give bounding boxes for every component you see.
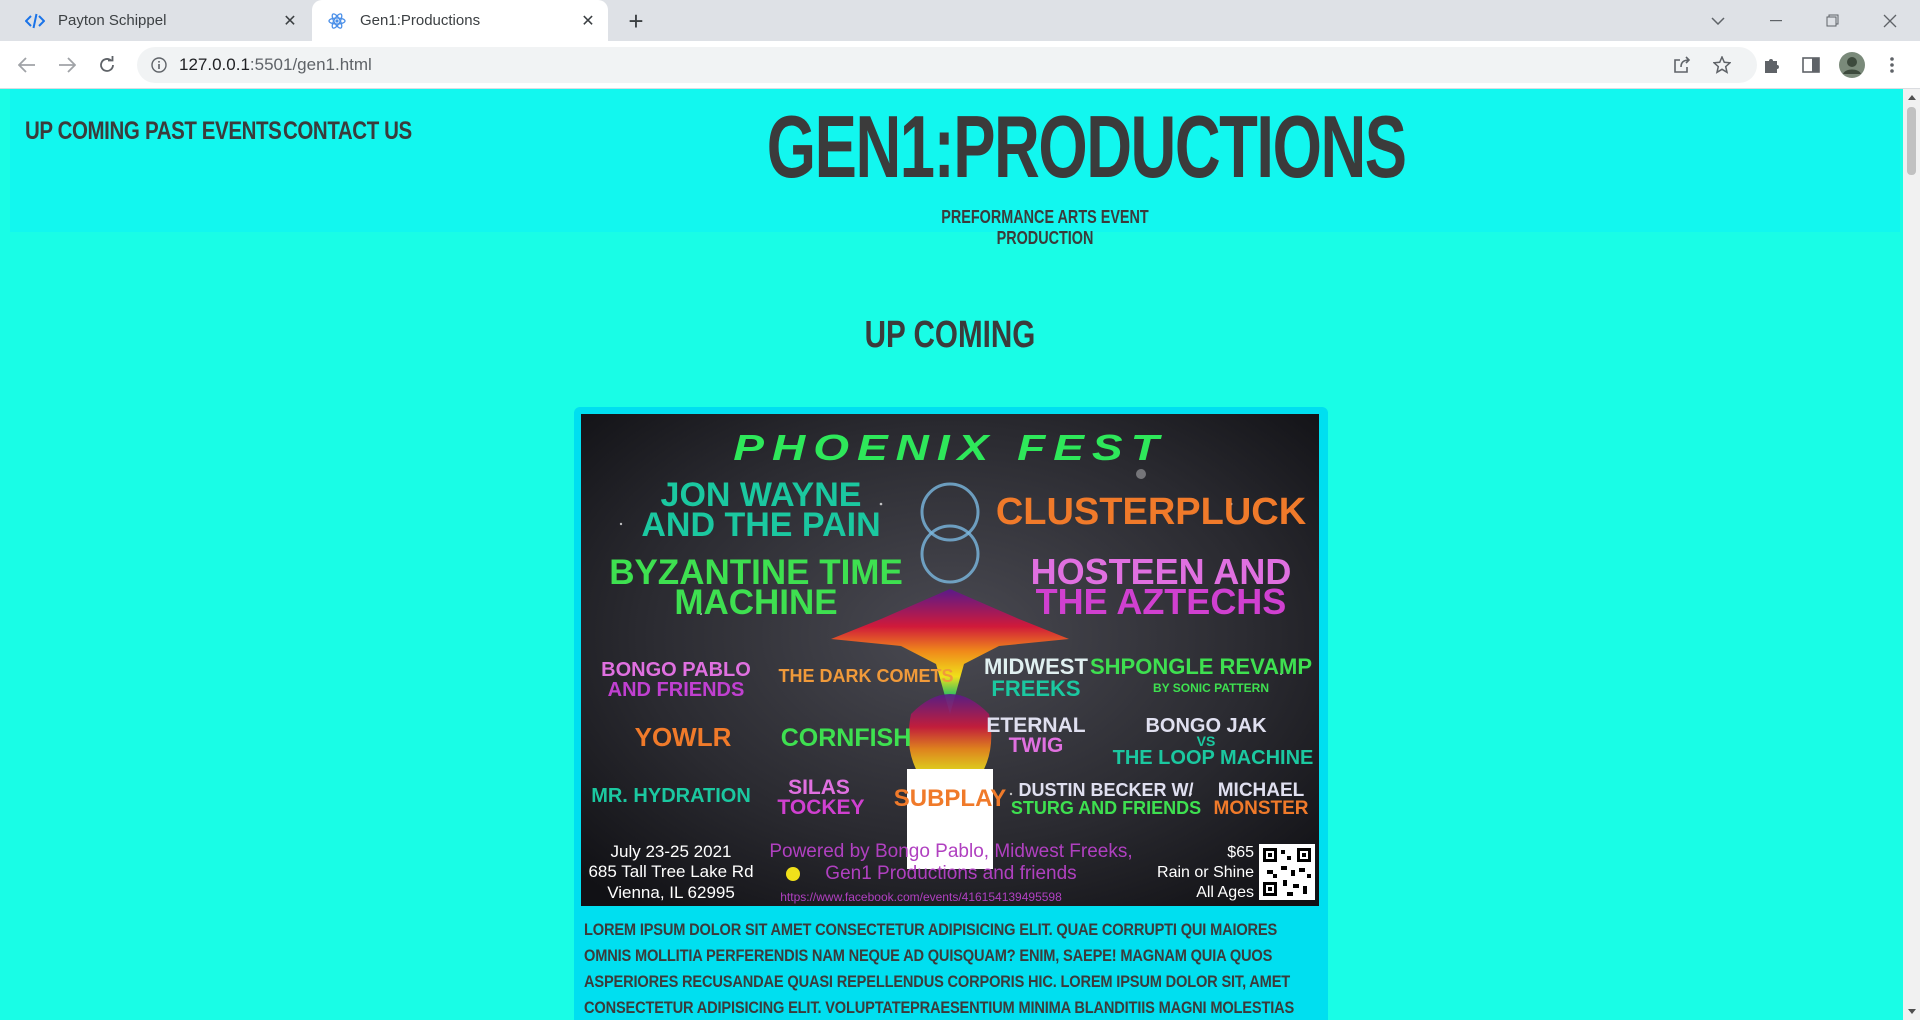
poster-act: TOCKEY — [777, 796, 864, 819]
new-tab-icon[interactable]: + — [622, 6, 650, 36]
site-header: UP COMING PAST EVENTS CONTACT US GEN1:PR… — [10, 89, 1900, 248]
address-bar[interactable]: 127.0.0.1:5501/gen1.html — [137, 47, 1757, 83]
tab-payton-schippel[interactable]: Payton Schippel ✕ — [10, 0, 310, 41]
poster-powered-line1: Powered by Bongo Pablo, Midwest Freeks, — [769, 841, 1132, 862]
restore-icon[interactable] — [1804, 0, 1860, 41]
extensions-puzzle-icon[interactable] — [1758, 51, 1786, 79]
poster-act: MONSTER — [1214, 798, 1309, 819]
site-tagline: PREFORMANCE ARTS EVENT PRODUCTION — [941, 207, 1149, 248]
bookmark-star-icon[interactable] — [1708, 51, 1736, 79]
url-path: :5501/gen1.html — [249, 55, 372, 74]
react-icon — [326, 10, 348, 32]
poster-act: FREEKS — [991, 676, 1080, 701]
scrollbar-thumb[interactable] — [1907, 107, 1916, 175]
poster-act: MACHINE — [674, 583, 837, 622]
nav-up-coming[interactable]: UP COMING — [25, 117, 140, 146]
poster-act: AND THE PAIN — [641, 506, 880, 544]
site-brand-title: GEN1:PRODUCTIONS — [766, 97, 1407, 196]
reload-icon[interactable] — [93, 51, 121, 79]
code-icon — [24, 10, 46, 32]
side-panel-icon[interactable] — [1797, 51, 1825, 79]
poster-address-line2: Vienna, IL 62995 — [607, 883, 735, 902]
event-card: PHOENIX FEST JON WAYNE AND THE PAIN CLUS… — [574, 407, 1328, 1020]
poster-price: $65 — [1227, 844, 1254, 861]
close-tab-icon[interactable]: ✕ — [280, 11, 300, 31]
tab-gen1-productions[interactable]: Gen1:Productions ✕ — [312, 0, 608, 41]
poster-act: CLUSTERPLUCK — [996, 491, 1307, 533]
tab-title: Gen1:Productions — [360, 12, 481, 29]
event-description: LOREM IPSUM DOLOR SIT AMET CONSECTETUR A… — [584, 920, 1295, 1017]
poster-act: STURG AND FRIENDS — [1011, 798, 1201, 818]
event-poster-image: PHOENIX FEST JON WAYNE AND THE PAIN CLUS… — [581, 414, 1319, 906]
back-arrow-icon[interactable] — [13, 51, 41, 79]
poster-act: THE DARK COMETS — [779, 666, 954, 686]
poster-act: CORNFISH — [781, 724, 912, 752]
section-title: UP COMING — [864, 314, 1036, 356]
poster-act: DUSTIN BECKER W/ — [1019, 780, 1194, 800]
scroll-down-icon[interactable] — [1903, 1003, 1920, 1020]
menu-kebab-icon[interactable] — [1878, 51, 1906, 79]
poster-act: AND FRIENDS — [608, 679, 745, 701]
minimize-icon[interactable] — [1748, 0, 1804, 41]
url-text: 127.0.0.1:5501/gen1.html — [179, 55, 372, 75]
tab-strip: Payton Schippel ✕ Gen1:Productions ✕ + — [0, 0, 1920, 41]
nav-contact-us[interactable]: CONTACT US — [283, 117, 412, 146]
close-window-icon[interactable] — [1862, 0, 1918, 41]
page-viewport: UP COMING PAST EVENTS CONTACT US GEN1:PR… — [0, 89, 1903, 1020]
poster-facebook-url: https://www.facebook.com/events/41615413… — [780, 890, 1062, 904]
poster-act: MR. HYDRATION — [591, 785, 751, 807]
poster-act: BONGO PABLO — [601, 659, 751, 681]
nav-past-events[interactable]: PAST EVENTS — [145, 117, 282, 146]
close-tab-icon[interactable]: ✕ — [578, 11, 598, 31]
forward-arrow-icon[interactable] — [53, 51, 81, 79]
poster-act: THE LOOP MACHINE — [1113, 747, 1314, 769]
qr-code-icon — [1259, 844, 1315, 900]
poster-all-ages: All Ages — [1196, 884, 1254, 901]
tab-search-chevron-icon[interactable] — [1690, 0, 1746, 41]
poster-act: THE AZTECHS — [1036, 581, 1287, 622]
share-icon[interactable] — [1668, 51, 1696, 79]
poster-address-line1: 685 Tall Tree Lake Rd — [588, 862, 753, 881]
poster-date: July 23-25 2021 — [611, 842, 732, 861]
poster-act: BY SONIC PATTERN — [1153, 681, 1269, 695]
tab-title: Payton Schippel — [58, 12, 167, 29]
poster-act: TWIG — [1009, 734, 1064, 757]
poster-act: SUBPLAY — [894, 785, 1006, 812]
poster-title: PHOENIX FEST — [733, 428, 1166, 468]
info-icon[interactable] — [149, 55, 169, 75]
browser-toolbar: 127.0.0.1:5501/gen1.html — [0, 41, 1920, 89]
url-host: 127.0.0.1 — [179, 55, 250, 74]
profile-avatar[interactable] — [1838, 51, 1866, 79]
scroll-up-icon[interactable] — [1903, 89, 1920, 106]
poster-rain-or-shine: Rain or Shine — [1157, 864, 1254, 881]
poster-act: SHPONGLE REVAMP — [1090, 654, 1312, 679]
page-scrollbar[interactable] — [1903, 89, 1920, 1020]
poster-powered-line2: Gen1 Productions and friends — [825, 863, 1076, 884]
poster-act: YOWLR — [635, 722, 732, 752]
